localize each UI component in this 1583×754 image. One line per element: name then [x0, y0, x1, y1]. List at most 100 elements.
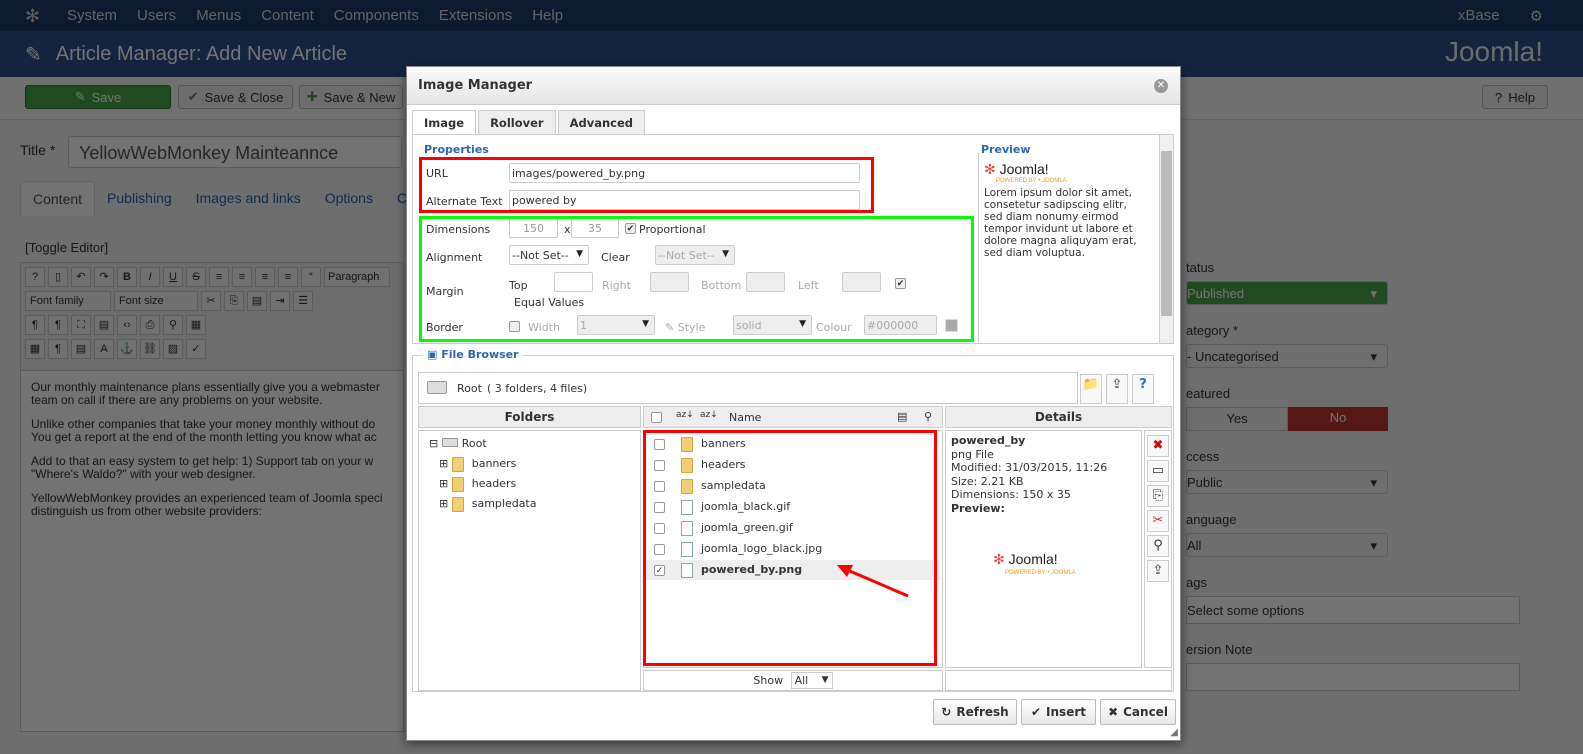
copy-icon[interactable]: ⎘: [1147, 485, 1169, 507]
site-link[interactable]: xBase: [1458, 7, 1500, 25]
menu-components[interactable]: Components: [334, 7, 419, 24]
quote-icon[interactable]: “: [301, 267, 321, 287]
save-close-button[interactable]: ✔ Save & Close: [178, 85, 293, 109]
align-left-icon[interactable]: ≡: [255, 267, 275, 287]
tree-item[interactable]: ⊞ sampledata: [439, 494, 537, 514]
binoculars-icon[interactable]: ⚲: [924, 410, 932, 423]
help-icon[interactable]: ?: [25, 267, 45, 287]
textcolor-icon[interactable]: A: [94, 339, 114, 359]
cancel-button[interactable]: ✖ Cancel: [1100, 699, 1176, 725]
tab-rollover[interactable]: Rollover: [478, 110, 556, 135]
anchor-icon[interactable]: ⚓: [117, 339, 137, 359]
help-button[interactable]: ? Help: [1482, 85, 1548, 109]
print-icon[interactable]: ⎙: [140, 315, 160, 335]
tab-publishing[interactable]: Publishing: [95, 181, 184, 216]
tree-root[interactable]: ⊟ Root: [429, 434, 487, 454]
version-note-input[interactable]: [1186, 663, 1520, 691]
font-size-select[interactable]: Font size: [114, 291, 198, 311]
rename-icon[interactable]: ▭: [1147, 460, 1169, 482]
menu-system[interactable]: System: [67, 7, 117, 24]
fullscreen-icon[interactable]: ⛶: [71, 315, 91, 335]
delete-icon[interactable]: ✖: [1147, 435, 1169, 457]
status-select[interactable]: Published: [1186, 281, 1388, 305]
spellcheck-icon[interactable]: ✓: [186, 339, 206, 359]
upload-icon[interactable]: ⇪: [1106, 374, 1128, 404]
copy-icon[interactable]: ⎘: [224, 291, 244, 311]
format-select[interactable]: Paragraph: [324, 267, 390, 287]
insert-file-icon[interactable]: ⇪: [1147, 560, 1169, 582]
help-icon: ?: [1495, 89, 1503, 105]
editor-content[interactable]: Our monthly maintenance plans essentiall…: [21, 371, 403, 539]
code-icon[interactable]: ‹›: [117, 315, 137, 335]
new-doc-icon[interactable]: ▯: [48, 267, 68, 287]
grid-icon[interactable]: ▦: [25, 339, 45, 359]
scrollbar-thumb[interactable]: [1161, 151, 1172, 316]
table-icon[interactable]: ▦: [186, 315, 206, 335]
select-all-checkbox[interactable]: [651, 412, 662, 423]
name-column[interactable]: Name: [729, 411, 761, 424]
language-select[interactable]: All: [1186, 533, 1388, 557]
italic-icon[interactable]: I: [140, 267, 160, 287]
pilcrow-icon[interactable]: ¶: [48, 339, 68, 359]
category-select[interactable]: - Uncategorised: [1186, 344, 1388, 368]
path-bar: Root ( 3 folders, 4 files): [418, 372, 1078, 404]
template-icon[interactable]: ▤: [71, 339, 91, 359]
featured-yes[interactable]: Yes: [1186, 407, 1288, 431]
tree-item[interactable]: ⊞ banners: [439, 454, 516, 474]
sort-desc-icon[interactable]: az↓: [700, 410, 718, 420]
tab-content[interactable]: Content: [20, 181, 96, 216]
search-icon[interactable]: ⚲: [163, 315, 183, 335]
strike-icon[interactable]: S: [186, 267, 206, 287]
cut-icon[interactable]: ✂: [1147, 510, 1169, 532]
show-select[interactable]: All ▼: [790, 672, 833, 689]
align-center-icon[interactable]: ≡: [232, 267, 252, 287]
insert-button[interactable]: ✔ Insert: [1021, 699, 1096, 725]
help-icon[interactable]: ?: [1132, 374, 1154, 404]
tab-image[interactable]: Image: [412, 110, 477, 135]
preview-scrollbar[interactable]: [1159, 135, 1173, 343]
joomla-logo: Joomla!: [1444, 36, 1543, 67]
tab-advanced[interactable]: Advanced: [557, 110, 646, 135]
resize-handle-icon[interactable]: ◢: [1170, 727, 1178, 738]
tags-input[interactable]: Select some options: [1186, 596, 1520, 624]
zoom-icon[interactable]: ⚲: [1147, 535, 1169, 557]
access-select[interactable]: Public: [1186, 470, 1388, 494]
ltr-icon[interactable]: ¶: [25, 315, 45, 335]
menu-users[interactable]: Users: [137, 7, 176, 24]
font-family-select[interactable]: Font family: [25, 291, 111, 311]
paste-icon[interactable]: ▤: [247, 291, 267, 311]
title-input[interactable]: YellowWebMonkey Mainteannce: [68, 136, 402, 168]
bold-icon[interactable]: B: [117, 267, 137, 287]
cut-icon[interactable]: ✂: [201, 291, 221, 311]
rtl-icon[interactable]: ¶: [48, 315, 68, 335]
tab-images-links[interactable]: Images and links: [184, 181, 313, 216]
save-button[interactable]: ✎ Save: [25, 85, 171, 109]
featured-no[interactable]: No: [1288, 407, 1388, 431]
menu-menus[interactable]: Menus: [196, 7, 241, 24]
tree-item[interactable]: ⊞ headers: [439, 474, 516, 494]
gear-icon[interactable]: ⚙: [1530, 7, 1543, 25]
menu-extensions[interactable]: Extensions: [439, 7, 512, 24]
refresh-button[interactable]: ↻ Refresh: [933, 699, 1017, 725]
list-icon[interactable]: ☰: [293, 291, 313, 311]
indent-icon[interactable]: ⇥: [270, 291, 290, 311]
preview-icon[interactable]: ▤: [94, 315, 114, 335]
align-right-icon[interactable]: ≡: [278, 267, 298, 287]
menu-content[interactable]: Content: [261, 7, 314, 24]
align-icon[interactable]: ≡: [209, 267, 229, 287]
joomla-icon[interactable]: ✻: [25, 6, 45, 26]
toggle-editor-link[interactable]: [Toggle Editor]: [25, 240, 108, 255]
view-icon[interactable]: ▤: [897, 410, 907, 423]
close-icon[interactable]: ✕: [1154, 79, 1168, 93]
undo-icon[interactable]: ↶: [71, 267, 91, 287]
details-pane: powered_by png File Modified: 31/03/2015…: [945, 430, 1142, 668]
link-icon[interactable]: ⛓: [140, 339, 160, 359]
redo-icon[interactable]: ↷: [94, 267, 114, 287]
new-folder-icon[interactable]: 📁: [1080, 374, 1102, 404]
menu-help[interactable]: Help: [532, 7, 563, 24]
tab-options[interactable]: Options: [313, 181, 385, 216]
underline-icon[interactable]: U: [163, 267, 183, 287]
image-icon[interactable]: ▨: [163, 339, 183, 359]
sort-icon[interactable]: az↓: [676, 410, 694, 420]
save-new-button[interactable]: ✚ Save & New: [299, 85, 403, 109]
